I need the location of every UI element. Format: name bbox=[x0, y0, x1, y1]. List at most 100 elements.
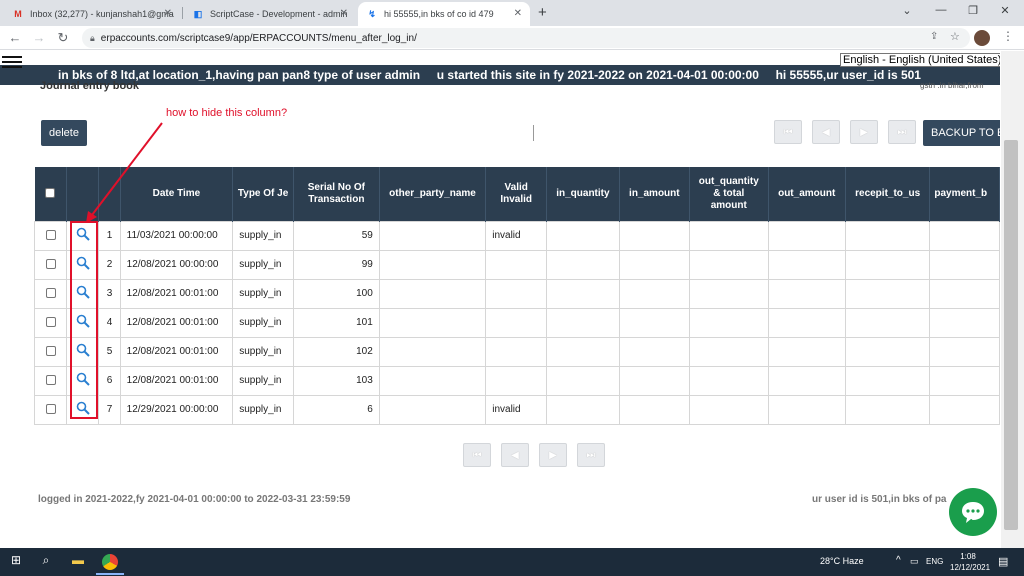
row-checkbox-cell bbox=[33, 278, 68, 309]
system-clock[interactable]: 1:08 12/12/2021 bbox=[950, 551, 990, 573]
chevron-up-icon[interactable]: ^ bbox=[896, 555, 901, 566]
table-row[interactable]: 7 12/29/2021 00:00:00 supply_in 6 invalid bbox=[33, 394, 1000, 425]
next-page-icon: ▶ bbox=[549, 449, 557, 461]
row-in-amount bbox=[618, 249, 691, 280]
column-header-other-party[interactable]: other_party_name bbox=[379, 167, 487, 221]
row-checkbox[interactable] bbox=[45, 259, 56, 270]
row-receipt bbox=[844, 307, 931, 338]
row-other-party bbox=[378, 394, 487, 425]
file-explorer-icon[interactable]: ▬ bbox=[68, 553, 88, 567]
row-date-time: 12/08/2021 00:01:00 bbox=[119, 278, 234, 309]
row-in-amount bbox=[618, 220, 691, 251]
window-close-icon[interactable]: ✕ bbox=[990, 4, 1020, 17]
column-header-receipt[interactable]: recepit_to_us bbox=[845, 167, 931, 221]
row-receipt bbox=[844, 394, 931, 425]
restore-icon[interactable]: ❐ bbox=[958, 4, 988, 17]
row-receipt bbox=[844, 336, 931, 367]
close-icon[interactable]: ✕ bbox=[514, 8, 522, 19]
row-type: supply_in bbox=[232, 365, 294, 396]
row-checkbox[interactable] bbox=[45, 288, 56, 299]
last-page-button[interactable]: ⏭ bbox=[577, 443, 605, 467]
row-in-amount bbox=[618, 394, 691, 425]
table-row[interactable]: 3 12/08/2021 00:01:00 supply_in 100 bbox=[33, 278, 1000, 309]
chrome-icon[interactable] bbox=[102, 554, 118, 570]
chevron-down-icon[interactable]: ⌄ bbox=[892, 4, 922, 17]
row-number: 6 bbox=[98, 365, 121, 396]
prev-page-button[interactable]: ◀ bbox=[812, 120, 840, 144]
minimize-icon[interactable]: — bbox=[926, 4, 956, 16]
table-row[interactable]: 6 12/08/2021 00:01:00 supply_in 103 bbox=[33, 365, 1000, 396]
tab-gmail[interactable]: M Inbox (32,277) - kunjanshah1@gma ✕ bbox=[4, 2, 180, 26]
windows-start-icon[interactable]: ⊞ bbox=[6, 553, 26, 567]
last-page-button[interactable]: ⏭ bbox=[888, 120, 916, 144]
address-bar[interactable]: 🔒︎ erpaccounts.com/scriptcase9/app/ERPAC… bbox=[82, 28, 970, 48]
row-out-amount bbox=[767, 249, 846, 280]
footer-user-info: ur user id is 501,in bks of pa bbox=[812, 494, 947, 505]
first-page-icon: ⏮ bbox=[472, 449, 482, 461]
menu-dots-icon[interactable]: ⋮ bbox=[1002, 29, 1014, 43]
tab-title: Inbox (32,277) - kunjanshah1@gma bbox=[30, 9, 174, 19]
footer-login-info: logged in 2021-2022,fy 2021-04-01 00:00:… bbox=[38, 494, 351, 505]
first-page-icon: ⏮ bbox=[783, 126, 793, 138]
row-checkbox[interactable] bbox=[45, 346, 56, 357]
prev-page-button[interactable]: ◀ bbox=[501, 443, 529, 467]
table-row[interactable]: 5 12/08/2021 00:01:00 supply_in 102 bbox=[33, 336, 1000, 367]
column-header-valid[interactable]: Valid Invalid bbox=[485, 167, 548, 221]
share-icon[interactable]: ⇪ bbox=[930, 31, 938, 42]
input-language[interactable]: ENG bbox=[926, 557, 943, 566]
star-icon[interactable]: ☆ bbox=[950, 30, 960, 43]
network-icon[interactable]: ▭ bbox=[910, 556, 919, 567]
row-type: supply_in bbox=[232, 394, 294, 425]
language-select[interactable]: English - English (United States) ⌄ bbox=[840, 53, 1000, 67]
column-header-payment[interactable]: payment_b bbox=[929, 167, 1000, 221]
column-header-serial[interactable]: Serial No Of Transaction bbox=[293, 167, 380, 221]
table-row[interactable]: 2 12/08/2021 00:00:00 supply_in 99 bbox=[33, 249, 1000, 280]
table-row[interactable]: 4 12/08/2021 00:01:00 supply_in 101 bbox=[33, 307, 1000, 338]
row-number: 4 bbox=[98, 307, 121, 338]
row-checkbox[interactable] bbox=[45, 404, 56, 415]
chat-button[interactable] bbox=[949, 488, 997, 536]
row-out-amount bbox=[767, 394, 846, 425]
row-payment bbox=[929, 365, 1000, 396]
row-checkbox-cell bbox=[33, 249, 68, 280]
row-out-quantity bbox=[689, 249, 769, 280]
row-other-party bbox=[378, 220, 487, 251]
row-in-quantity bbox=[546, 307, 620, 338]
weather-widget[interactable]: 28°C Haze bbox=[820, 556, 864, 566]
row-receipt bbox=[844, 365, 931, 396]
annotation-arrow bbox=[86, 122, 163, 223]
row-number: 2 bbox=[98, 249, 121, 280]
scrollbar-thumb[interactable] bbox=[1004, 140, 1018, 530]
avatar[interactable] bbox=[974, 30, 990, 46]
first-page-button[interactable]: ⏮ bbox=[463, 443, 491, 467]
backup-button[interactable]: BACKUP TO EX bbox=[923, 120, 1000, 146]
row-checkbox-cell bbox=[33, 365, 68, 396]
next-page-button[interactable]: ▶ bbox=[850, 120, 878, 144]
reload-icon[interactable]: ↻ bbox=[54, 30, 72, 46]
next-page-button[interactable]: ▶ bbox=[539, 443, 567, 467]
tab-scriptcase[interactable]: ◧ ScriptCase - Development - admin ✕ bbox=[184, 2, 356, 26]
row-date-time: 12/08/2021 00:01:00 bbox=[119, 365, 234, 396]
chat-icon bbox=[962, 502, 984, 523]
row-serial: 103 bbox=[292, 365, 380, 396]
close-icon[interactable]: ✕ bbox=[340, 8, 348, 19]
first-page-button[interactable]: ⏮ bbox=[774, 120, 802, 144]
back-arrow-icon[interactable]: ← bbox=[6, 30, 24, 45]
column-header-in-amount[interactable]: in_amount bbox=[619, 167, 691, 221]
close-icon[interactable]: ✕ bbox=[164, 8, 172, 19]
column-header-in-quantity[interactable]: in_quantity bbox=[546, 167, 620, 221]
forward-arrow-icon[interactable]: → bbox=[30, 30, 48, 45]
column-header-out-quantity[interactable]: out_quantity & total amount bbox=[689, 167, 769, 221]
new-tab-button[interactable]: + bbox=[538, 4, 547, 21]
notification-icon[interactable]: ▤ bbox=[998, 555, 1008, 568]
active-app-indicator bbox=[96, 573, 124, 575]
column-header-out-amount[interactable]: out_amount bbox=[768, 167, 846, 221]
row-checkbox[interactable] bbox=[45, 317, 56, 328]
row-serial: 6 bbox=[292, 394, 380, 425]
row-out-quantity bbox=[689, 365, 769, 396]
row-checkbox-cell bbox=[33, 307, 68, 338]
row-checkbox[interactable] bbox=[45, 375, 56, 386]
search-icon[interactable]: ⌕ bbox=[36, 553, 56, 568]
tab-active-page[interactable]: ↯ hi 55555,in bks of co id 479 ✕ bbox=[358, 2, 530, 26]
row-in-quantity bbox=[546, 336, 620, 367]
